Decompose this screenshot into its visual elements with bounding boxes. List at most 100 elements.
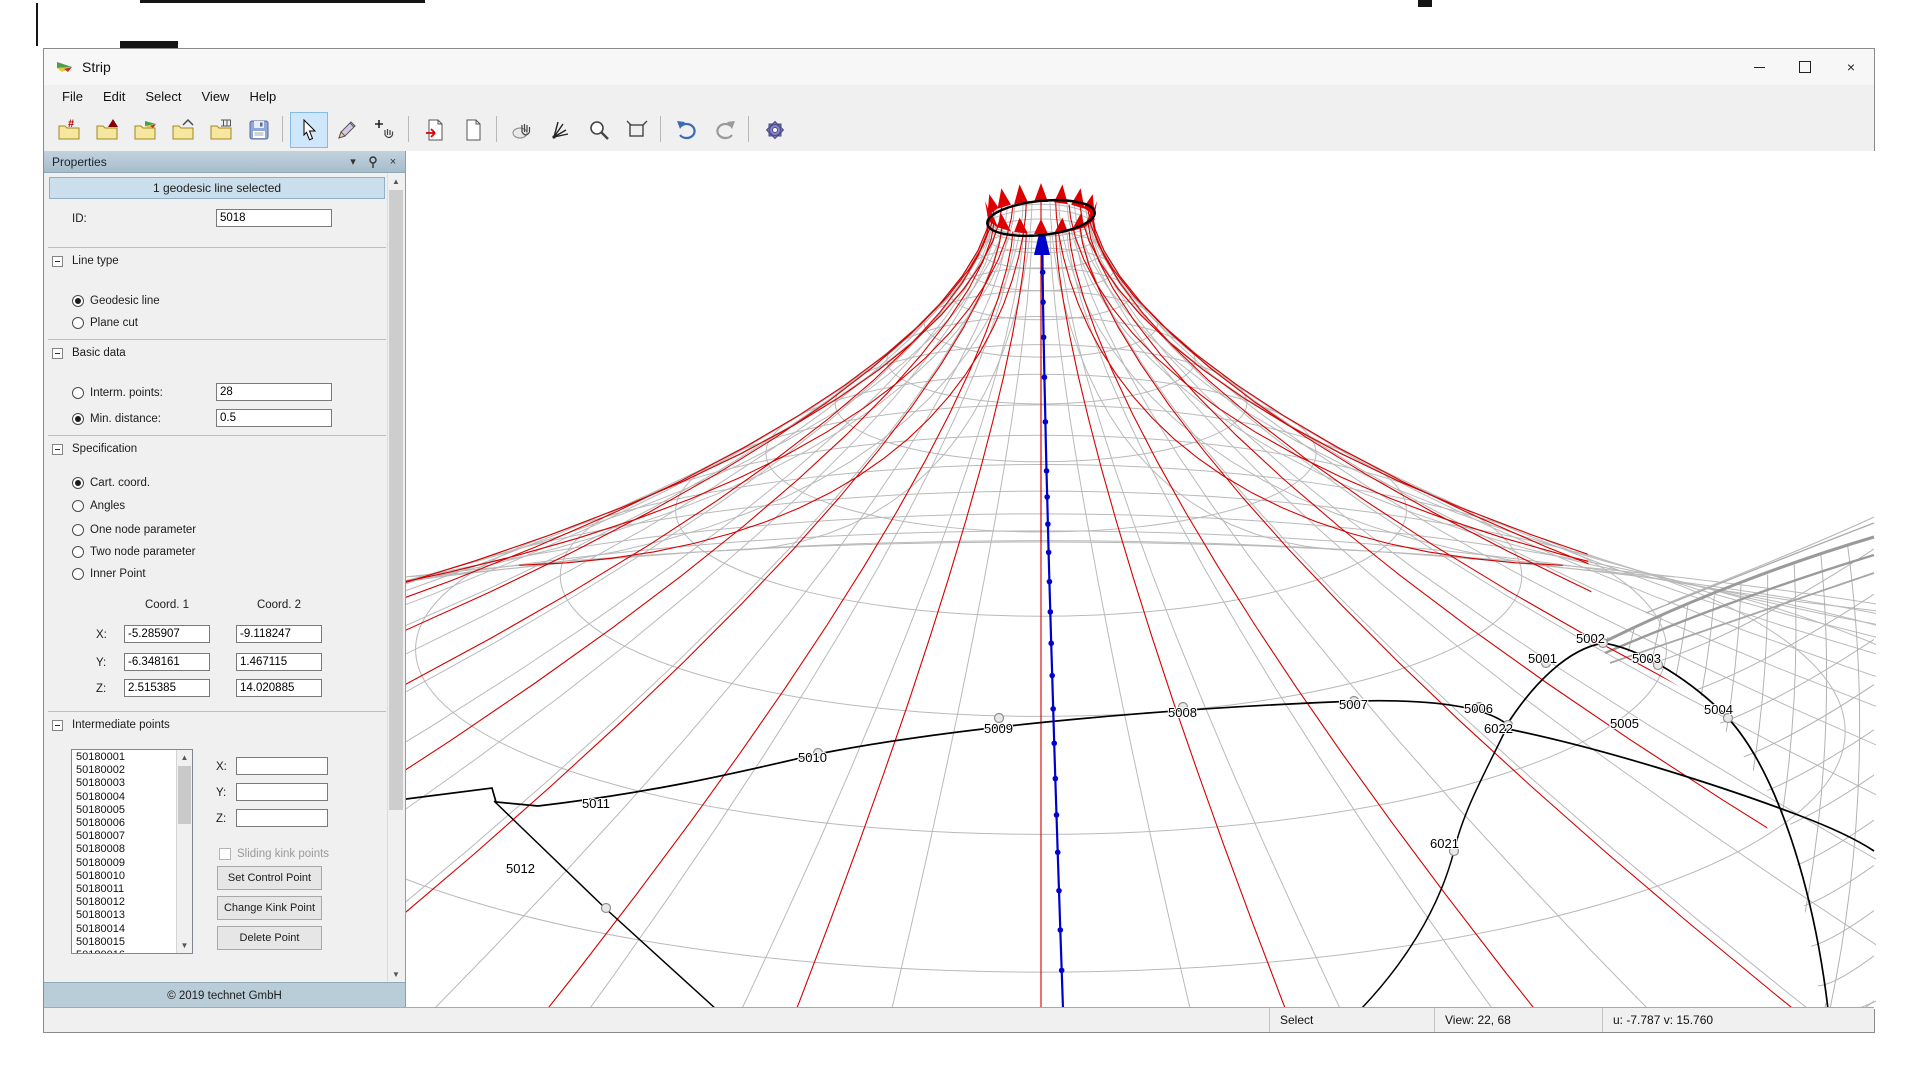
sliding-kink-points-checkbox[interactable] [219,848,231,860]
radio-one-node-parameter[interactable] [72,524,84,536]
min-distance-input[interactable] [216,409,332,427]
collapse-icon[interactable] [52,720,63,731]
list-item[interactable]: 50180001 [72,751,177,764]
boundary-node-markers[interactable] [602,639,1733,913]
radio-interm-points[interactable] [72,387,84,399]
model-viewport[interactable]: 5012501150105009500850075006602250015002… [406,151,1876,1009]
group-basic-data[interactable]: Basic data [52,347,126,359]
list-item[interactable]: 50180010 [72,870,177,883]
list-item[interactable]: 50180006 [72,817,177,830]
scroll-down-icon[interactable]: ▼ [177,938,192,953]
list-item[interactable]: 50180016 [72,949,177,954]
group-line-type[interactable]: Line type [52,255,119,267]
id-label: ID: [72,213,87,225]
zoom-magnifier-icon[interactable] [580,112,618,148]
coord2-x-input[interactable] [236,625,322,643]
menu-file[interactable]: File [52,86,93,107]
panel-menu-chevron-icon[interactable]: ▾ [345,155,361,169]
interm-points-input[interactable] [216,383,332,401]
list-item[interactable]: 50180005 [72,804,177,817]
collapse-icon[interactable] [52,256,63,267]
settings-gear-icon[interactable] [756,112,794,148]
id-input[interactable] [216,209,332,227]
import-page-icon[interactable] [416,112,454,148]
boundary-curves[interactable] [406,643,1874,1009]
close-button[interactable]: × [1828,49,1874,85]
menu-help[interactable]: Help [239,86,286,107]
maximize-button[interactable] [1782,49,1828,85]
panel-scrollbar[interactable]: ▲ ▼ [387,173,404,982]
app-window: Strip × File Edit Select View Help # [43,48,1875,1033]
list-item[interactable]: 50180007 [72,830,177,843]
list-item[interactable]: 50180011 [72,883,177,896]
list-item[interactable]: 50180002 [72,764,177,777]
list-item[interactable]: 50180014 [72,923,177,936]
radio-plane-cut[interactable] [72,317,84,329]
scroll-thumb[interactable] [389,190,403,810]
coord2-z-input[interactable] [236,679,322,697]
radio-inner-point[interactable] [72,568,84,580]
point-z-input[interactable] [236,809,328,827]
coord1-y-input[interactable] [124,653,210,671]
open-mesh-icon[interactable] [202,112,240,148]
spark-lines-icon[interactable] [542,112,580,148]
edit-pencil-icon[interactable] [328,112,366,148]
status-view: View: 22, 68 [1434,1008,1602,1032]
toolbar-separator [496,116,497,142]
menu-view[interactable]: View [192,86,240,107]
list-item[interactable]: 50180003 [72,777,177,790]
menu-select[interactable]: Select [135,86,191,107]
selected-geodesic-line[interactable] [1034,221,1089,1009]
open-geometry-triangle-icon[interactable] [88,112,126,148]
radio-two-node-parameter[interactable] [72,546,84,558]
point-x-input[interactable] [236,757,328,775]
scroll-down-icon[interactable]: ▼ [388,966,404,982]
point-y-input[interactable] [236,783,328,801]
list-item[interactable]: 50180013 [72,909,177,922]
collapse-icon[interactable] [52,348,63,359]
list-item[interactable]: 50180012 [72,896,177,909]
redo-icon[interactable] [706,112,744,148]
radio-geodesic-line[interactable] [72,295,84,307]
scroll-up-icon[interactable]: ▲ [388,173,404,189]
toolbar-separator [408,116,409,142]
close-icon: × [1847,60,1855,74]
pan-hand-icon[interactable] [504,112,542,148]
list-scrollbar[interactable]: ▲ ▼ [176,750,192,953]
point-y-label: Y: [216,787,226,799]
delete-point-button[interactable]: Delete Point [217,926,322,950]
menu-edit[interactable]: Edit [93,86,135,107]
select-cursor-icon[interactable] [290,112,328,148]
group-separator [48,711,386,712]
intermediate-points-list[interactable]: 5018000150180002501800035018000450180005… [71,749,193,954]
panel-pin-icon[interactable] [365,155,381,169]
zoom-window-icon[interactable] [618,112,656,148]
set-control-point-button[interactable]: Set Control Point [217,866,322,890]
group-specification[interactable]: Specification [52,443,137,455]
list-item[interactable]: 50180008 [72,843,177,856]
scroll-up-icon[interactable]: ▲ [177,750,192,765]
minimize-button[interactable] [1736,49,1782,85]
coord2-y-input[interactable] [236,653,322,671]
panel-close-icon[interactable]: × [385,155,401,169]
coord1-x-input[interactable] [124,625,210,643]
coord1-z-input[interactable] [124,679,210,697]
open-project-hash-icon[interactable]: # [50,112,88,148]
radio-angles[interactable] [72,500,84,512]
curve-label: 5001 [1528,651,1557,666]
list-item[interactable]: 50180009 [72,857,177,870]
scroll-thumb[interactable] [178,766,191,824]
radio-min-distance[interactable] [72,413,84,425]
list-item[interactable]: 50180015 [72,936,177,949]
undo-icon[interactable] [668,112,706,148]
add-point-pan-icon[interactable] [366,112,404,148]
page-icon[interactable] [454,112,492,148]
open-strip-logo-icon[interactable] [126,112,164,148]
save-icon[interactable] [240,112,278,148]
collapse-icon[interactable] [52,444,63,455]
list-item[interactable]: 50180004 [72,791,177,804]
radio-cart-coord[interactable] [72,477,84,489]
open-roof-icon[interactable] [164,112,202,148]
group-intermediate-points[interactable]: Intermediate points [52,719,170,731]
change-kink-point-button[interactable]: Change Kink Point [217,896,322,920]
